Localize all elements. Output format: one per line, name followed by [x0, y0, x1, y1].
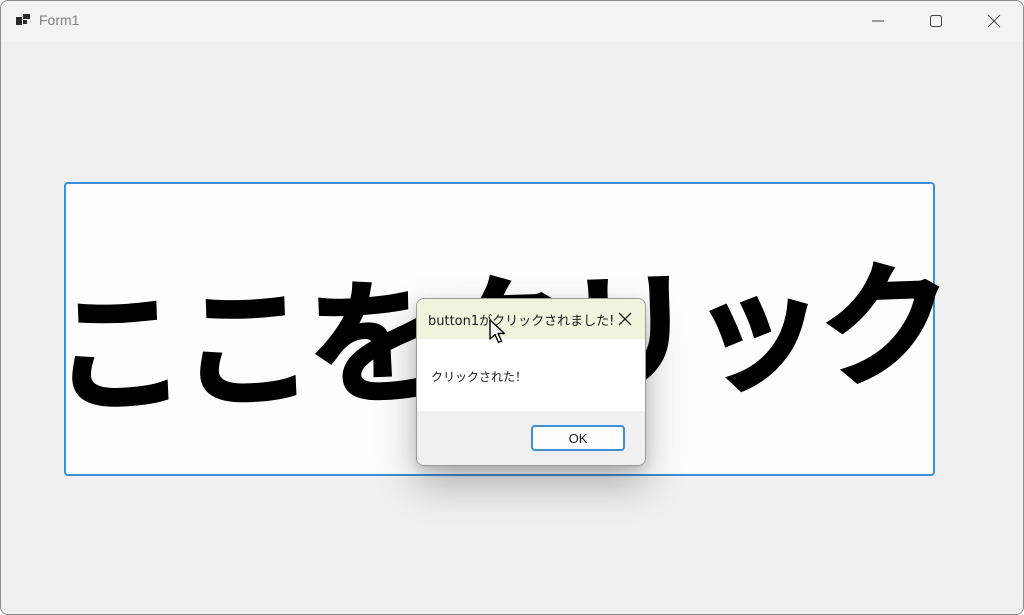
- dialog-body: クリックされた！: [417, 339, 645, 411]
- close-button[interactable]: [965, 1, 1023, 41]
- maximize-button[interactable]: [907, 1, 965, 41]
- dialog-footer: OK: [417, 411, 645, 465]
- window-title: Form1: [39, 12, 80, 28]
- message-box-dialog: button1がクリックされました! クリックされた！ OK: [416, 298, 646, 466]
- title-bar[interactable]: Form1: [1, 1, 1023, 41]
- pointer-cursor-icon: [489, 319, 506, 344]
- minimize-button[interactable]: [849, 1, 907, 41]
- maximize-icon: [930, 15, 942, 27]
- dialog-message: クリックされた！: [431, 370, 528, 384]
- dialog-title-bar[interactable]: button1がクリックされました!: [417, 299, 645, 339]
- dialog-title: button1がクリックされました!: [428, 314, 615, 329]
- close-icon: [618, 312, 632, 326]
- ok-button[interactable]: OK: [531, 425, 625, 451]
- app-window-icon: [16, 14, 30, 25]
- dialog-close-button[interactable]: [613, 307, 637, 331]
- minimize-icon: [872, 20, 884, 22]
- close-icon: [987, 14, 1001, 28]
